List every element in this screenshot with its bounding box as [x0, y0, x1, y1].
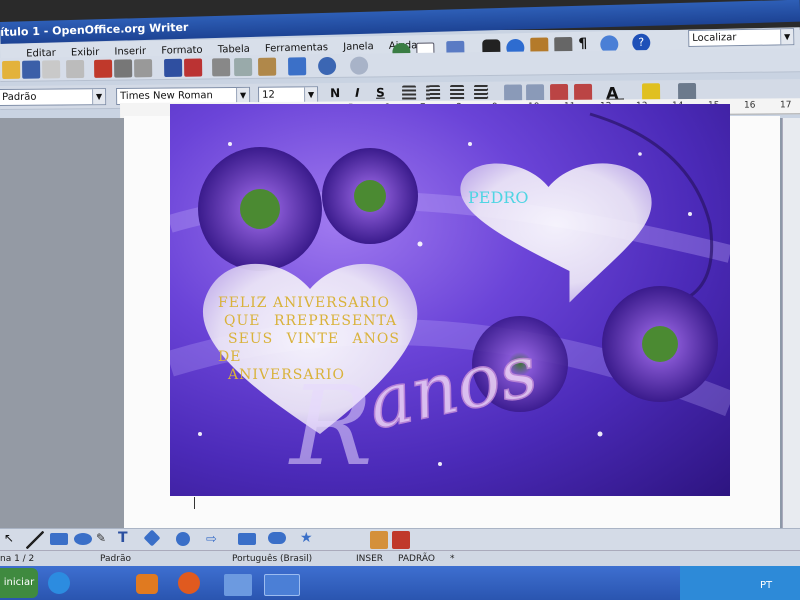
select-arrow-icon[interactable]: ↖: [4, 531, 22, 549]
rectangle-icon[interactable]: [50, 533, 68, 545]
format-paint-icon[interactable]: [288, 57, 307, 76]
screen: ítulo 1 - OpenOffice.org Writer Editar E…: [0, 0, 800, 600]
extrusion-icon[interactable]: [392, 531, 410, 549]
selection-mode[interactable]: PADRÃO: [398, 554, 435, 564]
print-icon[interactable]: [114, 59, 133, 78]
ruler-tick: 17: [779, 100, 792, 111]
preview-icon[interactable]: [134, 59, 153, 78]
undo-icon[interactable]: [318, 56, 337, 76]
status-bar: na 1 / 2 Padrão Português (Brasil) INSER…: [0, 550, 800, 566]
card-message: FELIZ ANIVERSARIO QUE RREPRESENTA SEUS V…: [218, 294, 400, 384]
mail-icon[interactable]: [42, 60, 61, 79]
chevron-down-icon[interactable]: ▼: [780, 29, 794, 45]
message-line-4: DE: [218, 349, 242, 365]
flower-right: [602, 286, 718, 402]
start-button[interactable]: iniciar: [0, 568, 38, 598]
shapes-icon[interactable]: [143, 529, 161, 547]
redo-icon[interactable]: [350, 56, 369, 75]
bold-button[interactable]: N: [330, 86, 340, 100]
media-icon[interactable]: [136, 574, 158, 594]
drawing-toolbar: ↖ ✎ T ⇨ ★: [0, 528, 800, 550]
firefox-icon[interactable]: [178, 572, 200, 594]
style-value: Padrão: [2, 91, 37, 103]
ruler-tick: 16: [743, 100, 756, 111]
heart-right: [460, 163, 652, 303]
insert-mode[interactable]: INSER: [356, 554, 383, 564]
taskbar-window-writer[interactable]: [264, 574, 300, 596]
block-arrows-icon[interactable]: ⇨: [206, 532, 224, 550]
italic-button[interactable]: I: [355, 86, 360, 100]
freeform-icon[interactable]: ✎: [96, 531, 114, 549]
text-cursor: [194, 497, 195, 509]
vertical-scrollbar[interactable]: [782, 118, 800, 530]
text-tool-icon[interactable]: T: [118, 530, 136, 548]
flower-left: [198, 147, 322, 271]
page-indicator: na 1 / 2: [0, 554, 35, 564]
star-icon[interactable]: ★: [300, 530, 318, 548]
taskbar: iniciar PT: [0, 566, 800, 600]
document-modified: *: [450, 554, 455, 564]
save-icon[interactable]: [22, 60, 41, 79]
message-line-5: ANIVERSARIO: [228, 367, 346, 383]
flowchart-icon[interactable]: [238, 533, 256, 545]
search-field[interactable]: Localizar ▼: [688, 28, 795, 47]
ie-icon[interactable]: [48, 572, 70, 594]
taskbar-window-1[interactable]: [224, 574, 252, 596]
search-field-value: Localizar: [692, 32, 737, 44]
from-file-icon[interactable]: [370, 531, 388, 549]
spellcheck-icon[interactable]: [164, 58, 183, 77]
start-label: iniciar: [3, 577, 35, 588]
message-line-2: QUE RREPRESENTA: [224, 313, 398, 329]
edit-icon[interactable]: [66, 59, 85, 79]
cut-icon[interactable]: [212, 58, 231, 77]
chevron-down-icon[interactable]: ▼: [304, 87, 318, 103]
callout-icon[interactable]: [268, 532, 286, 544]
size-value: 12: [262, 89, 275, 101]
autospell-icon[interactable]: [184, 58, 203, 77]
left-margin-area: [0, 118, 135, 530]
language-tray[interactable]: PT: [760, 580, 772, 591]
flower-top: [322, 148, 418, 244]
symbol-shapes-icon[interactable]: [176, 532, 190, 546]
message-line-3: SEUS VINTE ANOS: [228, 331, 400, 347]
system-tray: PT: [680, 566, 800, 600]
birthday-card-image[interactable]: R anos PEDRO FELIZ ANIVERSARIO QUE RREPR…: [170, 104, 730, 496]
underline-button[interactable]: S: [376, 86, 385, 100]
ellipse-icon[interactable]: [74, 533, 92, 545]
font-value: Times New Roman: [120, 90, 213, 102]
line-icon[interactable]: [26, 531, 44, 549]
page-style[interactable]: Padrão: [100, 554, 131, 564]
new-icon[interactable]: [2, 60, 21, 79]
pdf-icon[interactable]: [94, 59, 113, 78]
card-name: PEDRO: [468, 188, 529, 207]
language-indicator[interactable]: Português (Brasil): [232, 554, 312, 564]
style-select[interactable]: Padrão ▼: [0, 88, 107, 107]
chevron-down-icon[interactable]: ▼: [236, 87, 250, 103]
copy-icon[interactable]: [234, 57, 253, 77]
chevron-down-icon[interactable]: ▼: [92, 89, 106, 105]
message-line-1: FELIZ ANIVERSARIO: [218, 295, 390, 311]
paste-icon[interactable]: [258, 57, 277, 76]
